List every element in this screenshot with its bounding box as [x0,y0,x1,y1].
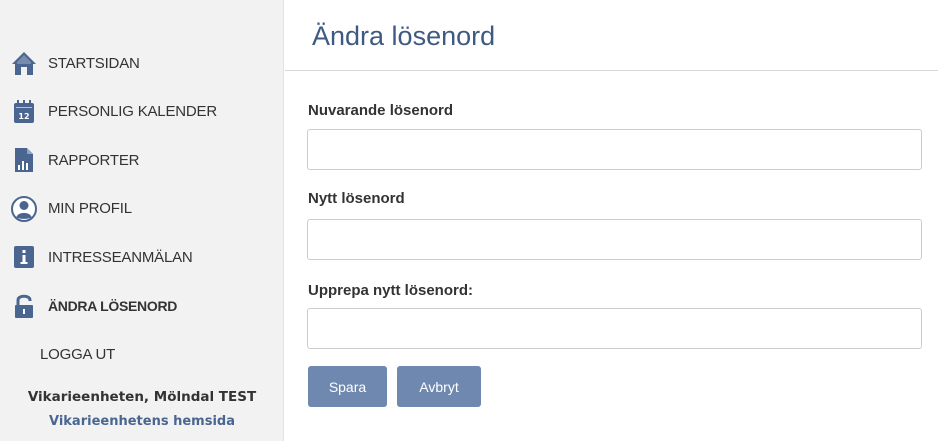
home-icon [10,49,38,77]
sidebar-item-label: MIN PROFIL [48,200,132,218]
current-password-input[interactable] [307,129,922,170]
sidebar-item-label: INTRESSEANMÄLAN [48,248,193,266]
sidebar-item-label: PERSONLIG KALENDER [48,103,217,121]
current-password-label: Nuvarande lösenord [308,102,454,119]
sidebar-nav: STARTSIDAN 12 PERSONLIG KALENDER RAPPORT… [0,39,284,379]
sidebar: STARTSIDAN 12 PERSONLIG KALENDER RAPPORT… [0,0,284,441]
organization-name: Vikarieenheten, Mölndal TEST [27,389,257,405]
save-button[interactable]: Spara [308,366,387,407]
repeat-password-input[interactable] [307,308,922,349]
profile-icon [10,195,38,223]
interest-icon [10,243,38,271]
sidebar-item-personlig-kalender[interactable]: 12 PERSONLIG KALENDER [0,88,284,137]
sidebar-item-intresseanmalan[interactable]: INTRESSEANMÄLAN [0,233,284,282]
lock-icon [10,292,38,320]
cancel-button[interactable]: Avbryt [397,366,481,407]
title-divider [285,70,938,71]
sidebar-item-andra-losenord[interactable]: ÄNDRA LÖSENORD [0,282,284,331]
calendar-icon: 12 [10,98,38,126]
sidebar-item-min-profil[interactable]: MIN PROFIL [0,185,284,234]
sidebar-item-label: ÄNDRA LÖSENORD [48,297,178,314]
svg-text:12: 12 [18,112,29,121]
new-password-label: Nytt lösenord [308,190,405,207]
organization-homepage-link[interactable]: Vikarieenhetens hemsida [0,414,284,429]
sidebar-item-startsidan[interactable]: STARTSIDAN [0,39,284,88]
page-title: Ändra lösenord [312,21,496,51]
sidebar-item-rapporter[interactable]: RAPPORTER [0,136,284,185]
sidebar-item-logga-ut[interactable]: LOGGA UT [0,330,284,379]
repeat-password-label: Upprepa nytt lösenord: [308,282,474,299]
report-icon [10,146,38,174]
sidebar-item-label: LOGGA UT [40,345,116,363]
main-content: Ändra lösenord Nuvarande lösenord Nytt l… [285,0,938,441]
new-password-input[interactable] [307,219,922,260]
sidebar-item-label: STARTSIDAN [48,54,140,72]
sidebar-item-label: RAPPORTER [48,151,140,169]
